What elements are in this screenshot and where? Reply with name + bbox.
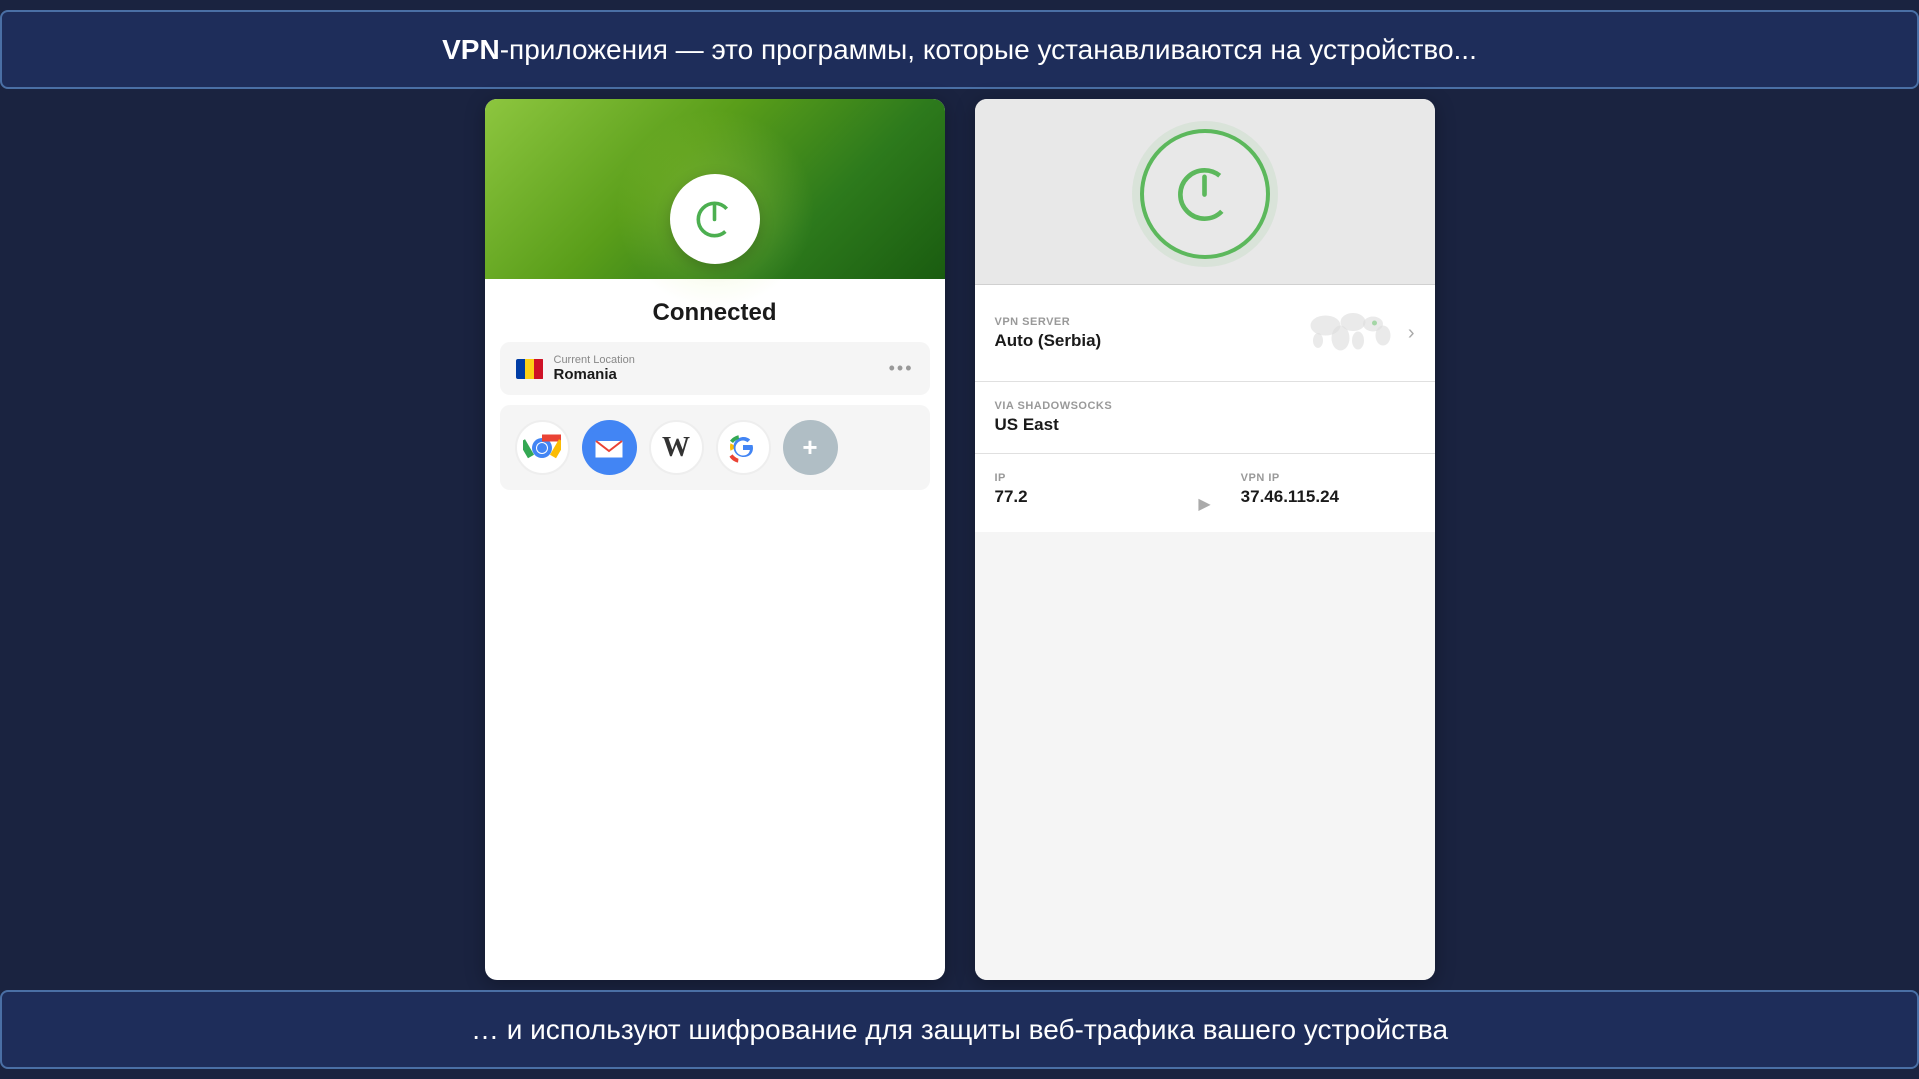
info-section-right: VPN SERVER Auto (Serbia)	[975, 285, 1435, 980]
phone-left-panel: Connected Current Location Romania •••	[485, 99, 945, 980]
top-banner-text: -приложения — это программы, которые уст…	[500, 34, 1477, 65]
vpn-server-value: Auto (Serbia)	[995, 331, 1303, 351]
more-options-dots[interactable]: •••	[889, 358, 914, 379]
vpn-server-row[interactable]: VPN SERVER Auto (Serbia)	[975, 285, 1435, 382]
ip-col: IP 77.2	[995, 472, 1169, 507]
power-icon-left	[692, 197, 737, 242]
app-chrome-icon[interactable]	[515, 420, 570, 475]
vpn-ip-col: VPN IP 37.46.115.24	[1241, 472, 1415, 507]
ip-arrow-icon: ▶	[1198, 472, 1210, 514]
flag-romania	[516, 359, 544, 379]
location-label: Current Location	[554, 354, 635, 366]
top-banner: VPN-приложения — это программы, которые …	[0, 10, 1919, 89]
shadowsocks-row: VIA SHADOWSOCKS US East	[975, 382, 1435, 454]
via-label: VIA SHADOWSOCKS	[995, 400, 1415, 412]
vpn-server-label: VPN SERVER	[995, 316, 1303, 328]
location-info: Current Location Romania	[516, 354, 635, 383]
add-label: +	[802, 432, 817, 463]
world-map-icon	[1303, 303, 1403, 363]
phone-header-gradient	[485, 99, 945, 279]
wikipedia-letter: W	[662, 432, 690, 464]
world-map-container	[1303, 303, 1403, 363]
power-section-right	[975, 99, 1435, 285]
bottom-banner-text: … и используют шифрование для защиты веб…	[471, 1014, 1448, 1045]
power-icon-right	[1172, 162, 1237, 227]
apps-row: W +	[500, 405, 930, 490]
via-value: US East	[995, 415, 1415, 435]
ip-label: IP	[995, 472, 1169, 484]
app-add-icon[interactable]: +	[783, 420, 838, 475]
top-banner-bold: VPN	[442, 34, 500, 65]
location-text: Current Location Romania	[554, 354, 635, 383]
ip-value: 77.2	[995, 487, 1169, 507]
ip-row: IP 77.2 ▶ VPN IP 37.46.115.24	[975, 454, 1435, 532]
vpn-server-info: VPN SERVER Auto (Serbia)	[995, 316, 1303, 351]
power-button-left[interactable]	[670, 174, 760, 264]
vpn-ip-value: 37.46.115.24	[1241, 487, 1415, 507]
main-content: Connected Current Location Romania •••	[0, 99, 1919, 980]
panel-right: VPN SERVER Auto (Serbia)	[975, 99, 1435, 980]
power-button-right[interactable]	[1140, 129, 1270, 259]
app-wikipedia-icon[interactable]: W	[649, 420, 704, 475]
location-name: Romania	[554, 366, 635, 383]
chevron-right-icon: ›	[1408, 322, 1415, 345]
app-google-icon[interactable]	[716, 420, 771, 475]
vpn-ip-label: VPN IP	[1241, 472, 1415, 484]
location-row[interactable]: Current Location Romania •••	[500, 342, 930, 395]
app-gmail-icon[interactable]	[582, 420, 637, 475]
bottom-banner: … и используют шифрование для защиты веб…	[0, 990, 1919, 1069]
